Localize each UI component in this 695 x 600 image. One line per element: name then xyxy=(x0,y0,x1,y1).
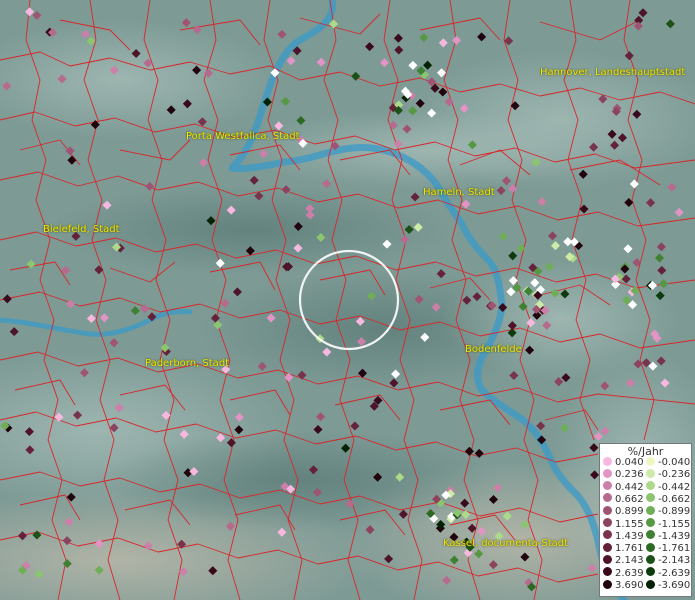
legend-value: -0.040 xyxy=(658,457,691,468)
legend-entry-negative: -0.040 xyxy=(646,456,691,469)
legend-entry-negative: -0.899 xyxy=(646,505,691,518)
legend-swatch xyxy=(646,518,655,527)
legend-swatch xyxy=(646,579,655,589)
legend-value: -0.899 xyxy=(658,506,691,518)
legend-entry-positive: 2.639 xyxy=(603,567,644,580)
legend-value: -0.662 xyxy=(658,493,691,505)
legend-entry-positive: 2.143 xyxy=(603,554,644,567)
legend-value: 0.662 xyxy=(615,493,644,505)
legend-value: -2.639 xyxy=(658,567,691,579)
legend-value: -1.439 xyxy=(658,530,691,542)
legend-value: -3.690 xyxy=(658,580,691,591)
legend-swatch xyxy=(646,530,655,540)
legend-entry-positive: 0.662 xyxy=(603,493,644,506)
legend-value: -0.236 xyxy=(658,469,691,481)
city-label-porta-westfalica: Porta Westfalica, Stadt xyxy=(186,131,300,142)
legend-entry-positive: 0.442 xyxy=(603,481,644,494)
legend-entry-negative: -1.761 xyxy=(646,542,691,555)
legend-swatch xyxy=(603,456,612,466)
legend-entry-positive: 1.761 xyxy=(603,542,644,555)
legend-value: 0.442 xyxy=(615,481,644,493)
city-label-kassel: Kassel, documenta-Stadt xyxy=(443,538,569,549)
legend-swatch xyxy=(603,567,612,577)
legend-swatch xyxy=(603,468,612,478)
legend-entry-negative: -2.143 xyxy=(646,554,691,567)
legend-entry-negative: -0.236 xyxy=(646,468,691,481)
legend-entry-positive: 0.040 xyxy=(603,456,644,469)
legend-value: 0.236 xyxy=(615,469,644,481)
legend-swatch xyxy=(646,554,655,564)
legend-value: -1.155 xyxy=(658,518,691,530)
city-label-bodenfelde: Bodenfelde xyxy=(465,344,522,355)
legend-swatch xyxy=(603,518,612,527)
legend-entry-negative: -3.690 xyxy=(646,579,691,592)
city-label-bielefeld: Bielefeld, Stadt xyxy=(43,224,120,235)
legend-swatch xyxy=(603,579,612,589)
legend-swatch xyxy=(646,567,655,577)
map-view[interactable]: Hannover, Landeshauptstadt Porta Westfal… xyxy=(0,0,695,600)
legend-entry-negative: -0.662 xyxy=(646,493,691,506)
legend-value: 2.143 xyxy=(615,555,644,567)
legend-entry-negative: -1.439 xyxy=(646,530,691,543)
legend-value: 0.040 xyxy=(615,457,644,468)
legend-entry-positive: 1.439 xyxy=(603,530,644,543)
legend-swatch xyxy=(646,542,655,552)
legend-value: 2.639 xyxy=(615,567,644,579)
legend-swatch xyxy=(603,530,612,540)
map-legend: %/Jahr 0.040 0.236 0.442 0.662 0.899 1.155 1.4… xyxy=(599,443,692,597)
legend-entry-positive: 0.236 xyxy=(603,468,644,481)
legend-value: 1.155 xyxy=(615,518,644,530)
legend-value: 1.761 xyxy=(615,543,644,555)
legend-entry-negative: -0.442 xyxy=(646,481,691,494)
legend-entry-positive: 0.899 xyxy=(603,505,644,518)
legend-value: -0.442 xyxy=(658,481,691,493)
legend-value: 0.899 xyxy=(615,506,644,518)
legend-swatch xyxy=(646,468,655,478)
map-canvas xyxy=(0,0,695,600)
legend-swatch xyxy=(603,542,612,552)
legend-value: -2.143 xyxy=(658,555,691,567)
legend-swatch xyxy=(603,493,612,503)
legend-swatch xyxy=(603,554,612,564)
legend-entry-positive: 1.155 xyxy=(603,518,644,531)
legend-value: -1.761 xyxy=(658,543,691,555)
city-label-hannover: Hannover, Landeshauptstadt xyxy=(540,67,686,78)
legend-swatch xyxy=(646,493,655,503)
city-label-paderborn: Paderborn, Stadt xyxy=(145,358,230,369)
legend-swatch xyxy=(603,505,612,515)
legend-entry-negative: -1.155 xyxy=(646,518,691,531)
legend-swatch xyxy=(646,456,655,466)
legend-swatch xyxy=(646,505,655,515)
legend-entry-negative: -2.639 xyxy=(646,567,691,580)
city-label-hameln: Hameln, Stadt xyxy=(423,187,495,198)
legend-swatch xyxy=(646,481,655,491)
legend-entry-positive: 3.690 xyxy=(603,579,644,592)
legend-value: 1.439 xyxy=(615,530,644,542)
legend-value: 3.690 xyxy=(615,580,644,591)
legend-swatch xyxy=(603,481,612,491)
